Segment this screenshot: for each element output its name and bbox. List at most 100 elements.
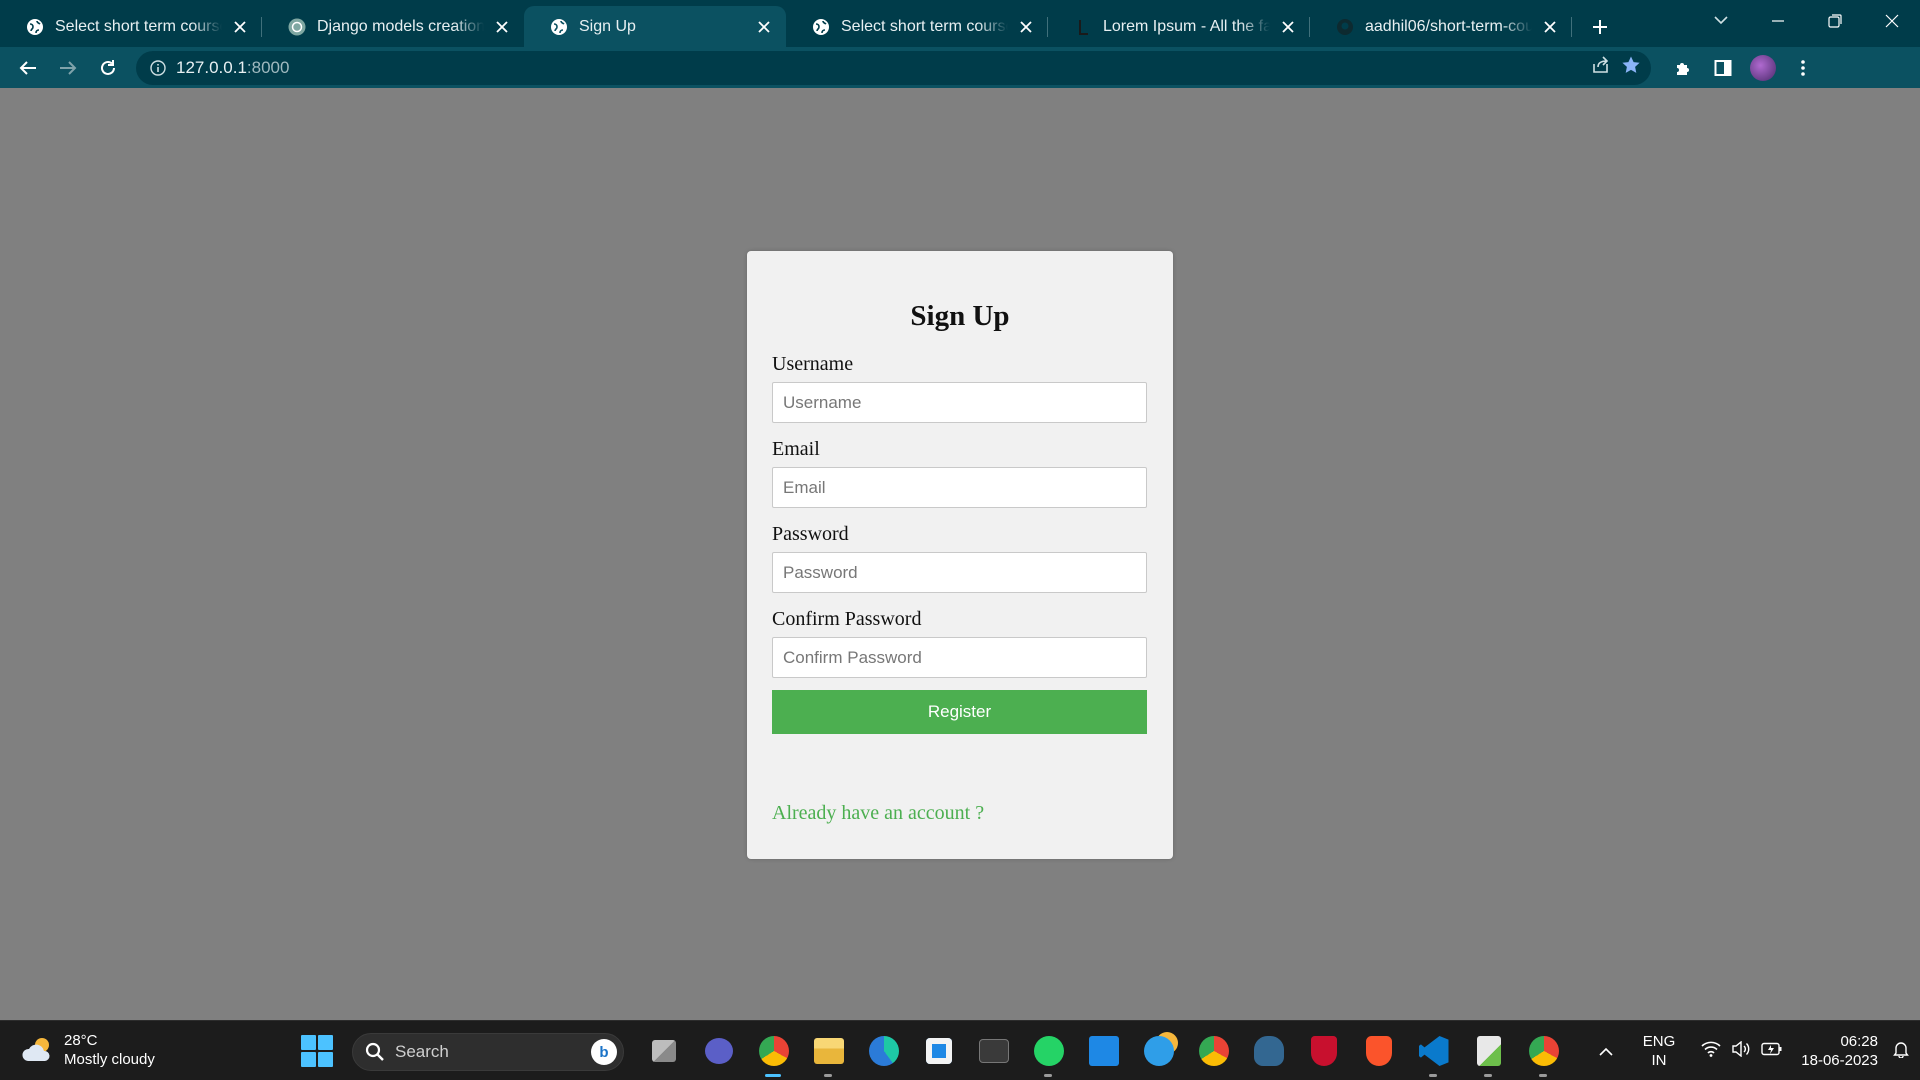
- chrome-icon: [758, 1036, 789, 1066]
- reload-button[interactable]: [88, 52, 128, 84]
- menu-button[interactable]: [1783, 52, 1823, 84]
- tab-title: Lorem Ipsum - All the facts: [1103, 17, 1270, 35]
- bookmark-button[interactable]: [1621, 55, 1641, 80]
- task-view-button[interactable]: [636, 1031, 691, 1071]
- brave-app[interactable]: [1351, 1031, 1406, 1071]
- volume-button[interactable]: [1731, 1040, 1751, 1061]
- running-indicator: [1044, 1074, 1052, 1077]
- battery-icon: [1761, 1042, 1782, 1056]
- forward-button[interactable]: [48, 52, 88, 84]
- tab-select-course-1[interactable]: Select short term course to: [0, 6, 262, 47]
- close-window-button[interactable]: [1863, 0, 1920, 41]
- running-indicator: [1429, 1074, 1437, 1077]
- show-hidden-icons-button[interactable]: [1599, 1043, 1613, 1060]
- username-label: Username: [772, 353, 854, 375]
- chrome-app[interactable]: [746, 1031, 801, 1077]
- globe-icon: [812, 18, 830, 36]
- search-label: Search: [395, 1042, 449, 1061]
- close-icon[interactable]: [492, 17, 512, 37]
- side-panel-button[interactable]: [1703, 52, 1743, 84]
- more-vertical-icon: [1801, 59, 1805, 76]
- edge-app[interactable]: [856, 1031, 911, 1071]
- globe-icon: [26, 18, 44, 36]
- address-bar[interactable]: 127.0.0.1:8000: [136, 50, 1651, 85]
- new-tab-button[interactable]: [1578, 6, 1622, 47]
- weather-condition: Mostly cloudy: [64, 1051, 155, 1068]
- restore-icon: [1827, 13, 1842, 28]
- bing-icon[interactable]: b: [591, 1039, 617, 1065]
- tab-github-repo[interactable]: aadhil06/short-term-course: [1310, 6, 1572, 47]
- chrome-profile-app[interactable]: [1186, 1031, 1241, 1071]
- whatsapp-app[interactable]: [1021, 1031, 1076, 1077]
- weather-widget[interactable]: 28°C Mostly cloudy: [20, 1031, 155, 1069]
- email-input[interactable]: [772, 467, 1147, 508]
- close-icon[interactable]: [1278, 17, 1298, 37]
- extensions-button[interactable]: [1663, 52, 1703, 84]
- chrome-profile2-app[interactable]: [1516, 1031, 1571, 1077]
- mcafee-app[interactable]: [1296, 1031, 1351, 1071]
- page-viewport: Sign Up Username Email Password Confirm …: [0, 88, 1920, 1020]
- username-input[interactable]: [772, 382, 1147, 423]
- folder-icon: [813, 1038, 844, 1064]
- taskbar-search[interactable]: Search b: [352, 1033, 624, 1071]
- help-icon: [1143, 1036, 1174, 1066]
- network-button[interactable]: [1701, 1041, 1721, 1061]
- terminal-icon: [978, 1039, 1009, 1063]
- github-icon: [1336, 18, 1354, 36]
- tab-lorem-ipsum[interactable]: Lorem Ipsum - All the facts: [1048, 6, 1310, 47]
- close-icon[interactable]: [230, 17, 250, 37]
- tab-title: Sign Up: [579, 17, 636, 35]
- language-indicator[interactable]: ENG IN: [1643, 1032, 1676, 1070]
- signup-card: Sign Up Username Email Password Confirm …: [747, 251, 1173, 859]
- store-app[interactable]: [911, 1031, 966, 1071]
- chat-icon: [704, 1038, 733, 1064]
- vscode-icon: [1418, 1036, 1449, 1066]
- minimize-button[interactable]: [1749, 0, 1806, 41]
- system-tray: ENG IN 06:28 18-06-2023: [1599, 1021, 1910, 1080]
- tab-select-course-2[interactable]: Select short term course to: [786, 6, 1048, 47]
- battery-button[interactable]: [1761, 1042, 1783, 1060]
- plus-icon: [1593, 19, 1607, 34]
- confirm-password-input[interactable]: [772, 637, 1147, 678]
- back-button[interactable]: [8, 52, 48, 84]
- tab-sign-up[interactable]: Sign Up: [524, 6, 786, 47]
- notifications-button[interactable]: [1892, 1040, 1910, 1062]
- minimize-icon: [1771, 19, 1784, 22]
- editor-app[interactable]: [1461, 1031, 1516, 1077]
- teams-chat-button[interactable]: [691, 1031, 746, 1071]
- tab-django-models[interactable]: Django models creation.: [262, 6, 524, 47]
- login-link[interactable]: Already have an account ?: [772, 802, 984, 825]
- postgres-app[interactable]: [1241, 1031, 1296, 1071]
- close-icon[interactable]: [1540, 17, 1560, 37]
- share-icon: [1593, 56, 1609, 73]
- url-text: 127.0.0.1:8000: [176, 58, 289, 78]
- running-indicator: [1539, 1074, 1547, 1077]
- close-icon[interactable]: [1016, 17, 1036, 37]
- info-icon[interactable]: [150, 59, 166, 76]
- side-panel-icon: [1714, 59, 1732, 76]
- toolbar-actions: [1663, 52, 1823, 84]
- myapp-app[interactable]: [1076, 1031, 1131, 1071]
- chrome-icon: [1528, 1036, 1559, 1066]
- language-code: ENG: [1642, 1033, 1676, 1050]
- password-input[interactable]: [772, 552, 1147, 593]
- start-button[interactable]: [300, 1034, 334, 1068]
- profile-button[interactable]: [1743, 52, 1783, 84]
- share-button[interactable]: [1591, 55, 1611, 80]
- restore-button[interactable]: [1806, 0, 1863, 41]
- clock[interactable]: 06:28 18-06-2023: [1801, 1032, 1878, 1070]
- vscode-app[interactable]: [1406, 1031, 1461, 1077]
- url-port: :8000: [246, 57, 290, 77]
- elephant-icon: [1253, 1036, 1284, 1066]
- chevron-up-icon: [1599, 1047, 1613, 1056]
- close-icon[interactable]: [754, 17, 774, 37]
- register-button[interactable]: Register: [772, 690, 1147, 734]
- terminal-app[interactable]: [966, 1031, 1021, 1071]
- file-explorer-app[interactable]: [801, 1031, 856, 1077]
- chrome-icon: [1198, 1036, 1229, 1066]
- tab-search-button[interactable]: [1692, 0, 1749, 41]
- weather-temp: 28°C: [64, 1032, 98, 1049]
- tab-title: aadhil06/short-term-course: [1365, 17, 1532, 35]
- help-app[interactable]: [1131, 1031, 1186, 1071]
- email-label: Email: [772, 438, 820, 460]
